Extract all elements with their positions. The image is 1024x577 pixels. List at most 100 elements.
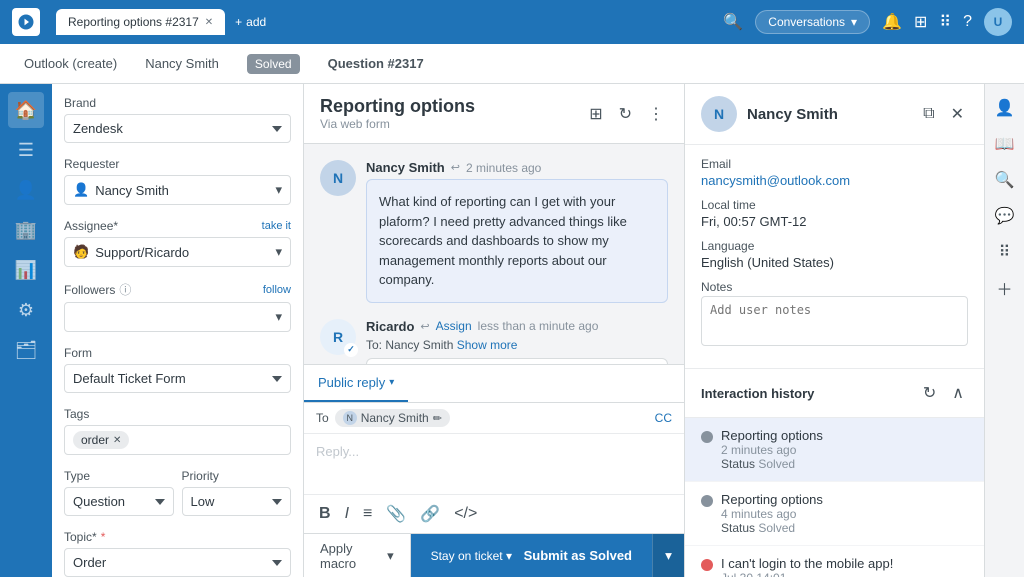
panel-header-actions: ⧉ ✕: [919, 100, 968, 128]
topic-select[interactable]: Order: [64, 548, 291, 577]
ticket-header-actions: ⊞ ↻ ⋮: [585, 100, 668, 128]
form-select[interactable]: Default Ticket Form: [64, 364, 291, 393]
ih-collapse-icon[interactable]: ∧: [948, 379, 968, 407]
tag-remove-icon[interactable]: ✕: [113, 435, 121, 446]
ih-item-1[interactable]: Reporting options 2 minutes ago Status S…: [685, 418, 984, 482]
brand-select[interactable]: Zendesk: [64, 114, 291, 143]
priority-select[interactable]: Low: [182, 487, 292, 516]
main-tab[interactable]: Reporting options #2317 ✕: [56, 9, 225, 35]
panel-user-name: Nancy Smith: [747, 106, 838, 123]
code-icon[interactable]: </>: [451, 502, 480, 526]
far-right-apps-icon[interactable]: ⠿: [989, 236, 1021, 268]
edit-icon[interactable]: ✏: [433, 412, 442, 425]
nav-views[interactable]: ☰: [8, 132, 44, 168]
ih-title: Interaction history: [701, 386, 814, 401]
requester-input[interactable]: 👤 Nancy Smith ▾: [64, 175, 291, 205]
nav-users[interactable]: 👤: [8, 172, 44, 208]
agent-icon: 🧑: [73, 244, 89, 260]
tab-label: Reporting options #2317: [68, 15, 199, 29]
help-icon[interactable]: ?: [963, 13, 972, 31]
conversations-button[interactable]: Conversations ▾: [755, 10, 870, 34]
collapse-panel-icon[interactable]: ✕: [947, 100, 968, 128]
tag-order: order ✕: [73, 431, 129, 449]
form-field-group: Form Default Ticket Form: [64, 346, 291, 393]
nav-org[interactable]: 🏢: [8, 212, 44, 248]
list-icon[interactable]: ≡: [360, 502, 375, 526]
far-right-user-icon[interactable]: 👤: [989, 92, 1021, 124]
nav-sandbox[interactable]: 🗂: [8, 332, 44, 368]
nav-settings[interactable]: ⚙: [8, 292, 44, 328]
tab-question[interactable]: Question #2317: [316, 48, 436, 79]
bell-icon[interactable]: 🔔: [882, 12, 902, 32]
message-time: 2 minutes ago: [466, 161, 541, 175]
plus-icon: +: [235, 15, 242, 29]
ih-refresh-icon[interactable]: ↻: [919, 379, 940, 407]
tab-solved[interactable]: Solved: [235, 48, 312, 79]
add-tab-button[interactable]: + add: [225, 9, 276, 35]
refresh-icon[interactable]: ↻: [615, 100, 636, 128]
far-right-search-icon[interactable]: 🔍: [989, 164, 1021, 196]
local-time-label: Local time: [701, 198, 968, 212]
reply-area: Public reply ▾ To N Nancy Smith ✏ CC Rep…: [304, 364, 684, 533]
bold-icon[interactable]: B: [316, 502, 334, 526]
notes-label: Notes: [701, 280, 968, 294]
topic-field-group: Topic* * Order: [64, 530, 291, 577]
assignee-input[interactable]: 🧑 Support/Ricardo ▾: [64, 237, 291, 267]
followers-input[interactable]: ▾: [64, 302, 291, 332]
reply-input[interactable]: Reply...: [304, 434, 684, 494]
ih-item-3[interactable]: I can't login to the mobile app! Jul 30 …: [685, 546, 984, 577]
apply-macro-button[interactable]: Apply macro ▾: [304, 534, 411, 577]
attach-icon[interactable]: 📎: [383, 501, 409, 527]
followers-field-group: Followers ⓘ follow ▾: [64, 281, 291, 332]
far-right-book-icon[interactable]: 📖: [989, 128, 1021, 160]
app-logo[interactable]: [12, 8, 40, 36]
grid-icon[interactable]: ⊞: [914, 12, 927, 32]
email-label: Email: [701, 157, 968, 171]
tab-close-icon[interactable]: ✕: [205, 17, 213, 28]
tab-outlook[interactable]: Outlook (create): [12, 48, 129, 79]
submit-button[interactable]: Stay on ticket ▾ Submit as Solved: [411, 534, 652, 577]
ih-item-2[interactable]: Reporting options 4 minutes ago Status S…: [685, 482, 984, 546]
filter-icon[interactable]: ⊞: [585, 100, 606, 128]
nav-reports[interactable]: 📊: [8, 252, 44, 288]
main-content: 🏠 ☰ 👤 🏢 📊 ⚙ 🗂 Brand Zendesk Requ: [0, 84, 1024, 577]
search-icon[interactable]: 🔍: [723, 12, 743, 32]
more-icon[interactable]: ⋮: [644, 100, 668, 128]
topic-label: Topic* *: [64, 530, 291, 544]
tab-nancy[interactable]: Nancy Smith: [133, 48, 231, 79]
open-profile-icon[interactable]: ⧉: [919, 100, 938, 128]
nav-home[interactable]: 🏠: [8, 92, 44, 128]
assign-link[interactable]: Assign: [436, 319, 472, 333]
far-right-plus-icon[interactable]: ＋: [989, 272, 1021, 304]
show-more-link[interactable]: Show more: [457, 338, 518, 352]
tags-input[interactable]: order ✕: [64, 425, 291, 455]
type-field-group: Type Question: [64, 469, 174, 516]
take-it-link[interactable]: take it: [262, 220, 291, 232]
chevron-down-icon: ▾: [275, 244, 282, 260]
type-select[interactable]: Question: [64, 487, 174, 516]
cc-button[interactable]: CC: [655, 411, 672, 425]
assignee-field-group: Assignee* take it 🧑 Support/Ricardo ▾: [64, 219, 291, 267]
reply-tabs: Public reply ▾: [304, 365, 684, 403]
far-right-chat-icon[interactable]: 💬: [989, 200, 1021, 232]
follow-link[interactable]: follow: [263, 284, 291, 296]
secondary-tabs: Outlook (create) Nancy Smith Solved Ques…: [0, 44, 1024, 84]
user-avatar[interactable]: U: [984, 8, 1012, 36]
ticket-title: Reporting options: [320, 96, 475, 117]
topbar: Reporting options #2317 ✕ + add 🔍 Conver…: [0, 0, 1024, 44]
email-value[interactable]: nancysmith@outlook.com: [701, 173, 968, 188]
apps-icon[interactable]: ⠿: [939, 12, 951, 32]
reply-tab-public[interactable]: Public reply ▾: [304, 365, 408, 402]
reply-to-tag[interactable]: N Nancy Smith ✏: [335, 409, 450, 427]
notes-textarea[interactable]: [701, 296, 968, 346]
type-label: Type: [64, 469, 174, 483]
chevron-down-icon: ▾: [851, 15, 857, 29]
conversation: N Nancy Smith ↩ 2 minutes ago What kind …: [304, 144, 684, 364]
brand-field-group: Brand Zendesk: [64, 96, 291, 143]
info-icon[interactable]: ⓘ: [119, 281, 131, 298]
link-icon[interactable]: 🔗: [417, 501, 443, 527]
submit-chevron-button[interactable]: ▾: [652, 534, 684, 577]
italic-icon[interactable]: I: [342, 502, 352, 526]
interaction-history-header: Interaction history ↻ ∧: [685, 369, 984, 418]
to-label: To: [316, 411, 329, 425]
